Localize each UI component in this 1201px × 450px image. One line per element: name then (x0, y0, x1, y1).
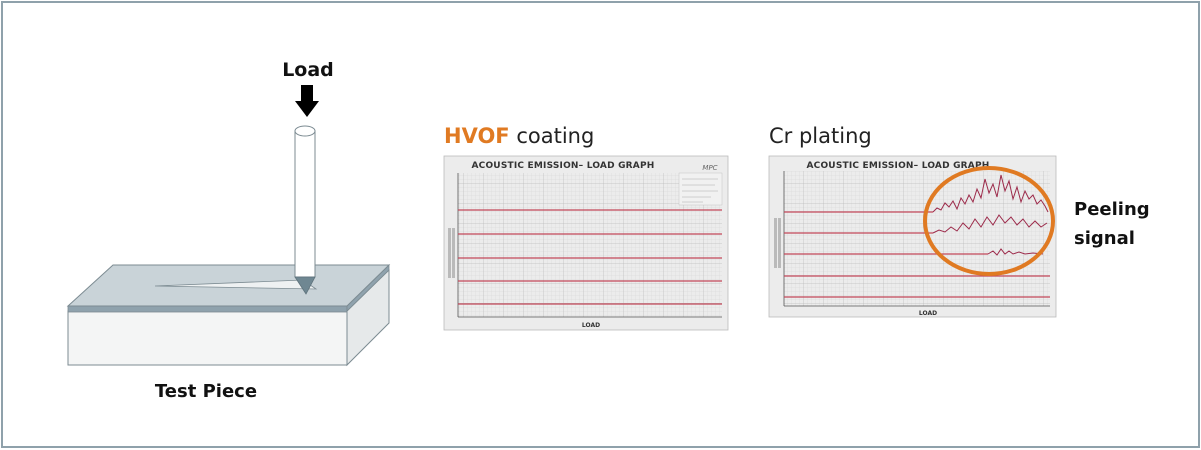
cr-panel-title: Cr plating (769, 124, 872, 148)
stylus-top (294, 125, 316, 137)
cr-graph-sheet: ACOUSTIC EMISSION– LOAD GRAPH LOAD (768, 155, 1057, 318)
hvof-panel-title: HVOF coating (444, 124, 594, 148)
load-arrow-icon (295, 85, 319, 117)
hvof-logo: MPC (702, 164, 717, 172)
peeling-label-line1: Peeling (1074, 199, 1150, 220)
block-front-face (67, 310, 348, 366)
stylus-rod (294, 130, 316, 278)
hvof-x-axis-label: LOAD (582, 322, 600, 329)
peeling-label-line2: signal (1074, 228, 1135, 249)
hvof-panel: HVOF coating ACOUSTIC EMISSION– LOAD GRA… (443, 124, 729, 331)
figure-frame: Load Test Piece HVOF coating ACOUSTIC EM… (1, 1, 1200, 448)
coating-layer-front (67, 305, 348, 313)
hvof-highlight: HVOF (444, 124, 510, 148)
cr-panel: Cr plating ACOUSTIC EMISSION– LOAD GRAPH… (768, 124, 1150, 318)
hvof-graph-title: ACOUSTIC EMISSION– LOAD GRAPH (471, 161, 654, 171)
test-piece-label: Test Piece (155, 381, 257, 402)
figure-canvas: Load Test Piece HVOF coating ACOUSTIC EM… (66, 59, 1150, 402)
hvof-graph-sheet: ACOUSTIC EMISSION– LOAD GRAPH LOAD MPC (443, 155, 729, 331)
hvof-title-rest: coating (510, 124, 595, 148)
test-piece-illustration: Load Test Piece (66, 59, 391, 402)
cr-title-rest: Cr plating (769, 124, 872, 148)
load-label: Load (282, 59, 334, 81)
cr-x-axis-label: LOAD (919, 310, 937, 317)
cr-graph-title: ACOUSTIC EMISSION– LOAD GRAPH (806, 161, 989, 171)
